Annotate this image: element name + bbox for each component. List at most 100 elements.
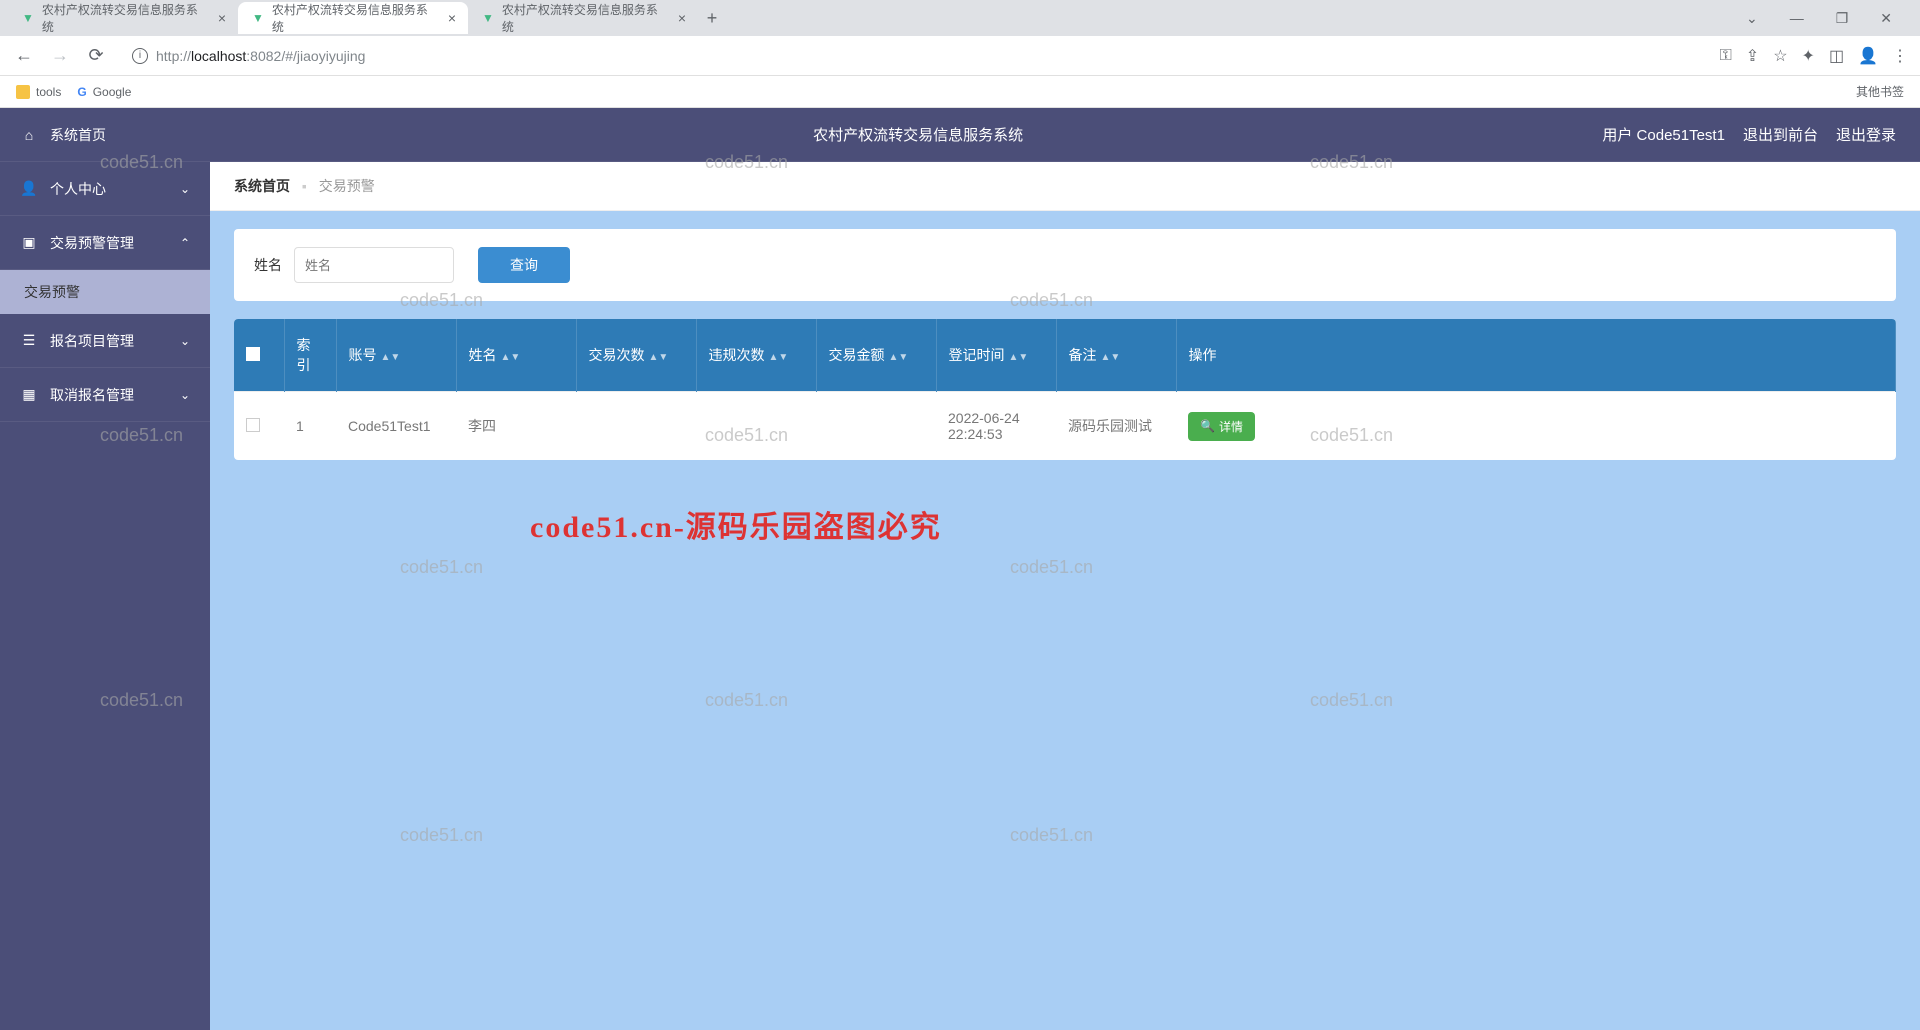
browser-tab-0[interactable]: ▼ 农村产权流转交易信息服务系统 × xyxy=(8,2,238,34)
sidebar-item-alert-mgmt[interactable]: ▣ 交易预警管理 ⌃ xyxy=(0,216,210,270)
user-icon: 👤 xyxy=(20,180,38,197)
sort-icon: ▲▼ xyxy=(769,355,789,361)
system-title: 农村产权流转交易信息服务系统 xyxy=(813,124,1023,145)
tab-title: 农村产权流转交易信息服务系统 xyxy=(502,1,668,35)
vue-favicon-icon: ▼ xyxy=(480,10,496,26)
cell-name: 李四 xyxy=(456,392,576,461)
col-action: 操作 xyxy=(1176,319,1896,392)
browser-tab-1[interactable]: ▼ 农村产权流转交易信息服务系统 × xyxy=(238,2,468,34)
logout-link[interactable]: 退出登录 xyxy=(1836,124,1896,145)
detail-button[interactable]: 🔍详情 xyxy=(1188,412,1255,441)
url-text: http://localhost:8082/#/jiaoyiyujing xyxy=(156,48,365,64)
bookmark-tools[interactable]: tools xyxy=(16,85,61,99)
reload-icon[interactable]: ⟳ xyxy=(84,45,108,66)
sidebar: ⌂ 系统首页 👤 个人中心 ⌄ ▣ 交易预警管理 ⌃ 交易预警 ☰ 报名项目管理… xyxy=(0,108,210,1030)
table-panel: 索引 账号▲▼ 姓名▲▼ 交易次数▲▼ 违规次数▲▼ 交易金额▲▼ 登记时间▲▼… xyxy=(234,319,1896,460)
tab-title: 农村产权流转交易信息服务系统 xyxy=(42,1,208,35)
top-header: 农村产权流转交易信息服务系统 用户 Code51Test1 退出到前台 退出登录 xyxy=(210,108,1920,162)
name-input[interactable] xyxy=(294,247,454,283)
close-icon[interactable]: ✕ xyxy=(1872,6,1900,31)
vue-favicon-icon: ▼ xyxy=(250,10,266,26)
sidebar-sub-label: 交易预警 xyxy=(24,282,80,302)
home-icon: ⌂ xyxy=(20,127,38,143)
tab-bar: ▼ 农村产权流转交易信息服务系统 × ▼ 农村产权流转交易信息服务系统 × ▼ … xyxy=(0,0,1920,36)
tab-close-icon[interactable]: × xyxy=(448,10,456,26)
browser-chrome: ▼ 农村产权流转交易信息服务系统 × ▼ 农村产权流转交易信息服务系统 × ▼ … xyxy=(0,0,1920,108)
menu-icon[interactable]: ⋮ xyxy=(1892,46,1908,66)
select-all-checkbox[interactable] xyxy=(246,347,260,361)
exit-front-link[interactable]: 退出到前台 xyxy=(1743,124,1818,145)
col-account[interactable]: 账号▲▼ xyxy=(336,319,456,392)
breadcrumb-current: 交易预警 xyxy=(319,178,375,194)
sidebar-item-signup-mgmt[interactable]: ☰ 报名项目管理 ⌄ xyxy=(0,314,210,368)
maximize-icon[interactable]: ❐ xyxy=(1828,6,1857,31)
back-icon[interactable]: ← xyxy=(12,45,36,66)
cell-txn-count xyxy=(576,392,696,461)
new-tab-button[interactable]: + xyxy=(698,4,726,32)
dropdown-icon[interactable]: ⌄ xyxy=(1738,6,1766,31)
tab-close-icon[interactable]: × xyxy=(218,10,226,26)
grid-icon: ▦ xyxy=(20,386,38,403)
sidebar-item-label: 个人中心 xyxy=(50,179,106,199)
key-icon[interactable]: ⚿ xyxy=(1720,47,1732,65)
url-input[interactable]: i http://localhost:8082/#/jiaoyiyujing xyxy=(120,42,1708,70)
sort-icon: ▲▼ xyxy=(381,355,401,361)
cell-amount xyxy=(816,392,936,461)
browser-tab-2[interactable]: ▼ 农村产权流转交易信息服务系统 × xyxy=(468,2,698,34)
sidebar-item-profile[interactable]: 👤 个人中心 ⌄ xyxy=(0,162,210,216)
main-area: 农村产权流转交易信息服务系统 用户 Code51Test1 退出到前台 退出登录… xyxy=(210,108,1920,1030)
site-info-icon[interactable]: i xyxy=(132,48,148,64)
chevron-down-icon: ⌄ xyxy=(180,388,190,402)
cell-time: 2022-06-24 22:24:53 xyxy=(936,392,1056,461)
col-name[interactable]: 姓名▲▼ xyxy=(456,319,576,392)
google-icon: G xyxy=(77,85,86,99)
row-checkbox[interactable] xyxy=(246,418,260,432)
col-remark[interactable]: 备注▲▼ xyxy=(1056,319,1176,392)
breadcrumb-home[interactable]: 系统首页 xyxy=(234,178,290,194)
sort-icon: ▲▼ xyxy=(649,355,669,361)
bookmark-other[interactable]: 其他书签 xyxy=(1850,83,1904,100)
minimize-icon[interactable]: — xyxy=(1782,6,1812,31)
table-header-row: 索引 账号▲▼ 姓名▲▼ 交易次数▲▼ 违规次数▲▼ 交易金额▲▼ 登记时间▲▼… xyxy=(234,319,1896,392)
sort-icon: ▲▼ xyxy=(501,355,521,361)
alert-table: 索引 账号▲▼ 姓名▲▼ 交易次数▲▼ 违规次数▲▼ 交易金额▲▼ 登记时间▲▼… xyxy=(234,319,1896,460)
folder-icon xyxy=(16,85,30,99)
sort-icon: ▲▼ xyxy=(889,355,909,361)
chevron-down-icon: ⌄ xyxy=(180,182,190,196)
tab-close-icon[interactable]: × xyxy=(678,10,686,26)
sidebar-item-label: 取消报名管理 xyxy=(50,385,134,405)
sidebar-item-label: 报名项目管理 xyxy=(50,331,134,351)
sidebar-item-home[interactable]: ⌂ 系统首页 xyxy=(0,108,210,162)
col-txn-count[interactable]: 交易次数▲▼ xyxy=(576,319,696,392)
cell-remark: 源码乐园测试 xyxy=(1056,392,1176,461)
sidebar-sub-alert[interactable]: 交易预警 xyxy=(0,270,210,314)
tab-title: 农村产权流转交易信息服务系统 xyxy=(272,1,438,35)
sort-icon: ▲▼ xyxy=(1101,355,1121,361)
forward-icon: → xyxy=(48,45,72,66)
panel-icon[interactable]: ◫ xyxy=(1829,46,1844,66)
profile-icon[interactable]: 👤 xyxy=(1858,46,1878,66)
chevron-down-icon: ⌄ xyxy=(180,334,190,348)
col-time[interactable]: 登记时间▲▼ xyxy=(936,319,1056,392)
breadcrumb-sep: ▪ xyxy=(302,178,307,194)
share-icon[interactable]: ⇪ xyxy=(1746,46,1759,66)
col-violation[interactable]: 违规次数▲▼ xyxy=(696,319,816,392)
search-icon: 🔍 xyxy=(1200,419,1215,433)
address-bar: ← → ⟳ i http://localhost:8082/#/jiaoyiyu… xyxy=(0,36,1920,76)
cell-index: 1 xyxy=(284,392,336,461)
bookmark-bar: tools G Google 其他书签 xyxy=(0,76,1920,108)
sidebar-item-cancel-mgmt[interactable]: ▦ 取消报名管理 ⌄ xyxy=(0,368,210,422)
name-label: 姓名 xyxy=(254,255,282,275)
sidebar-item-label: 交易预警管理 xyxy=(50,233,134,253)
sidebar-item-label: 系统首页 xyxy=(50,125,106,145)
extension-icon[interactable]: ✦ xyxy=(1802,46,1815,66)
list-icon: ☰ xyxy=(20,332,38,349)
chat-icon: ▣ xyxy=(20,234,38,251)
vue-favicon-icon: ▼ xyxy=(20,10,36,26)
user-label: 用户 Code51Test1 xyxy=(1602,124,1725,145)
star-icon[interactable]: ☆ xyxy=(1773,46,1787,66)
col-index[interactable]: 索引 xyxy=(284,319,336,392)
bookmark-google[interactable]: G Google xyxy=(77,85,131,99)
query-button[interactable]: 查询 xyxy=(478,247,570,283)
col-amount[interactable]: 交易金额▲▼ xyxy=(816,319,936,392)
